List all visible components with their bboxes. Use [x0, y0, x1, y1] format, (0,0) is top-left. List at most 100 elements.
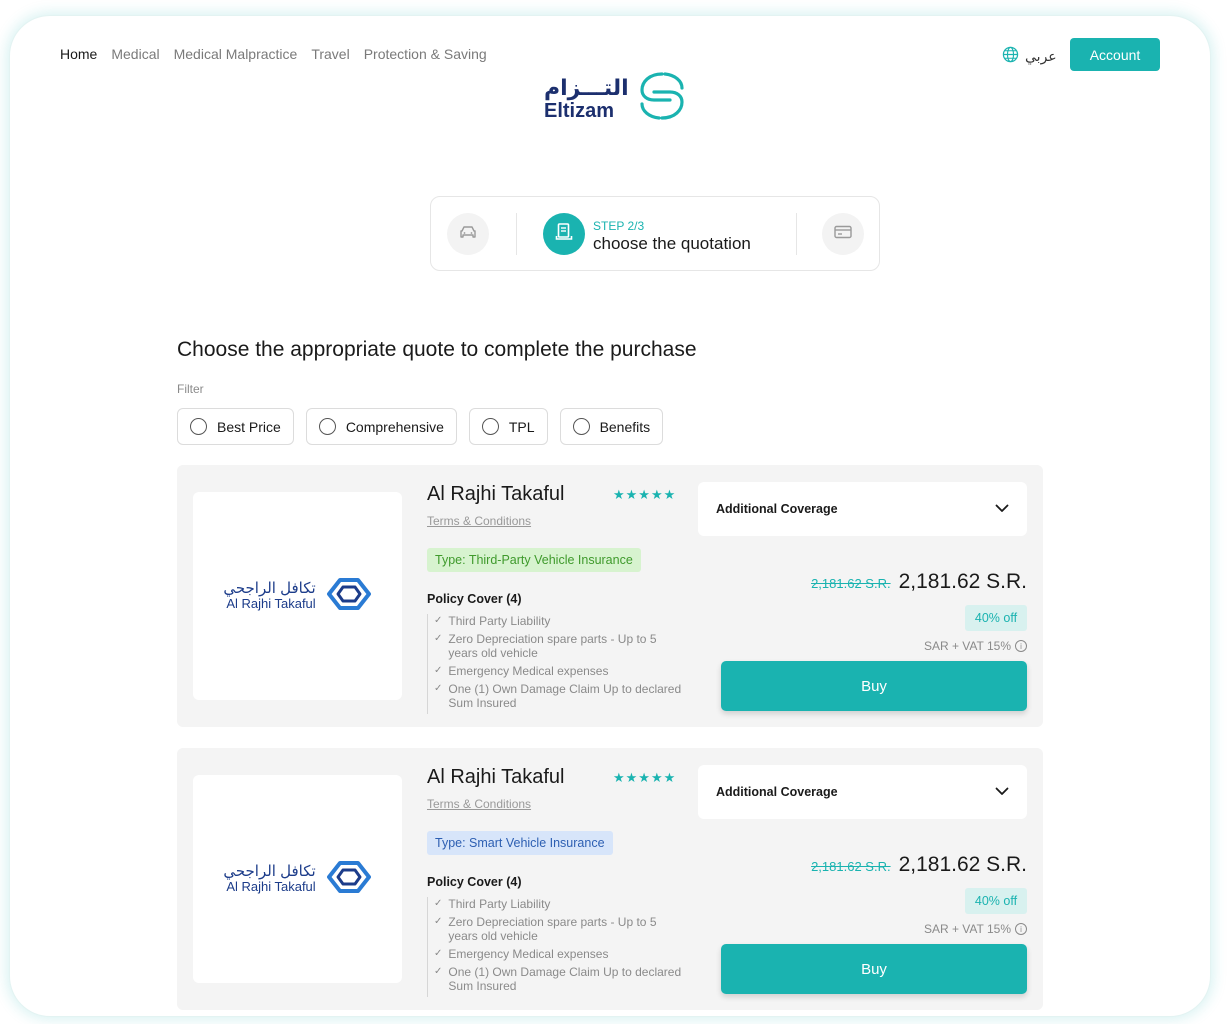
policy-cover-title: Policy Cover (4)	[427, 875, 522, 889]
nav-item-medical-malpractice[interactable]: Medical Malpractice	[174, 46, 298, 62]
filter-group: Best Price Comprehensive TPL Benefits	[177, 408, 664, 445]
car-icon	[459, 225, 477, 244]
terms-link[interactable]: Terms & Conditions	[427, 514, 531, 528]
policy-type-badge: Type: Third-Party Vehicle Insurance	[427, 548, 641, 572]
original-price: 2,181.62 S.R.	[811, 859, 891, 874]
list-item: ✓ Zero Depreciation spare parts - Up to 5…	[434, 632, 687, 660]
step-vehicle[interactable]	[447, 213, 489, 255]
nav-item-travel[interactable]: Travel	[311, 46, 349, 62]
vat-note: SAR + VAT 15% i	[924, 639, 1027, 653]
filter-label-text: TPL	[508, 418, 535, 435]
filter-label-text: Best Price	[217, 418, 281, 435]
language-label: عربي	[1025, 47, 1057, 64]
stepper-divider	[516, 213, 517, 255]
list-item: ✓ Emergency Medical expenses	[434, 947, 687, 961]
list-item: ✓ Third Party Liability	[434, 897, 687, 911]
chevron-down-icon	[995, 785, 1009, 799]
radio-icon	[190, 418, 207, 435]
list-item: ✓ Third Party Liability	[434, 614, 687, 628]
al-rajhi-mark-icon	[326, 860, 372, 899]
policy-cover-title: Policy Cover (4)	[427, 592, 522, 606]
discount-badge: 40% off	[965, 605, 1027, 631]
check-icon: ✓	[434, 615, 443, 626]
policy-item-text: Third Party Liability	[448, 897, 551, 911]
brand-name-ar: التـــزام	[544, 74, 629, 100]
insurer-logo: تكافل الراجحي Al Rajhi Takaful	[193, 492, 402, 700]
insurer-logo-ar: تكافل الراجحي	[223, 579, 316, 597]
nav-item-medical[interactable]: Medical	[111, 46, 159, 62]
policy-cover-list: ✓ Third Party Liability ✓ Zero Depreciatio…	[427, 897, 687, 997]
check-icon: ✓	[434, 898, 443, 909]
step-counter: STEP 2/3	[593, 219, 645, 233]
step-title: choose the quotation	[593, 234, 751, 253]
step-quotation[interactable]	[543, 213, 585, 255]
insurer-logo-ar: تكافل الراجحي	[223, 862, 316, 880]
stepper-divider	[796, 213, 797, 255]
insurer-logo: تكافل الراجحي Al Rajhi Takaful	[193, 775, 402, 983]
rating-stars: ★★★★★	[613, 770, 677, 785]
filter-label-text: Comprehensive	[345, 418, 444, 435]
policy-item-text: One (1) Own Damage Claim Up to declared …	[448, 682, 682, 710]
eltizam-mark-icon	[637, 70, 687, 127]
radio-icon	[572, 418, 590, 435]
radio-icon	[318, 418, 336, 435]
app-frame: Home Medical Medical Malpractice Travel …	[10, 16, 1210, 1016]
al-rajhi-mark-icon	[326, 577, 372, 616]
additional-coverage-dropdown[interactable]: Additional Coverage	[698, 482, 1027, 536]
quotation-document-icon	[555, 222, 573, 247]
terms-link[interactable]: Terms & Conditions	[427, 797, 531, 811]
info-icon[interactable]: i	[1015, 640, 1027, 652]
check-icon: ✓	[434, 966, 443, 977]
info-icon[interactable]: i	[1015, 923, 1027, 935]
list-item: ✓ Zero Depreciation spare parts - Up to 5…	[434, 915, 687, 943]
nav-item-home[interactable]: Home	[60, 46, 97, 62]
policy-item-text: One (1) Own Damage Claim Up to declared …	[448, 965, 682, 993]
insurer-logo-en: Al Rajhi Takaful	[226, 879, 316, 895]
vat-note-text: SAR + VAT 15%	[923, 639, 1011, 653]
policy-item-text: Emergency Medical expenses	[448, 947, 609, 961]
check-icon: ✓	[434, 683, 443, 694]
radio-icon	[481, 418, 499, 435]
nav-item-protection-saving[interactable]: Protection & Saving	[364, 46, 487, 62]
original-price: 2,181.62 S.R.	[811, 576, 891, 591]
policy-type-badge: Type: Smart Vehicle Insurance	[427, 831, 613, 855]
quote-card: تكافل الراجحي Al Rajhi Takaful Al Rajhi …	[177, 465, 1043, 727]
discounted-price: 2,181.62 S.R.	[898, 853, 1027, 876]
filter-benefits[interactable]: Benefits	[559, 408, 664, 445]
globe-icon	[1002, 46, 1019, 66]
list-item: ✓ One (1) Own Damage Claim Up to declared…	[434, 682, 687, 710]
insurer-logo-en: Al Rajhi Takaful	[226, 596, 316, 612]
brand-name-en: Eltizam	[544, 99, 615, 122]
page-title: Choose the appropriate quote to complete…	[177, 338, 697, 361]
additional-coverage-dropdown[interactable]: Additional Coverage	[698, 765, 1027, 819]
rating-stars: ★★★★★	[613, 487, 677, 502]
check-icon: ✓	[434, 633, 443, 644]
policy-item-text: Third Party Liability	[448, 614, 551, 628]
account-button[interactable]: Account	[1070, 38, 1160, 71]
list-item: ✓ Emergency Medical expenses	[434, 664, 687, 678]
buy-button[interactable]: Buy	[721, 944, 1027, 994]
discounted-price: 2,181.62 S.R.	[898, 570, 1027, 593]
list-item: ✓ One (1) Own Damage Claim Up to declared…	[434, 965, 687, 993]
filter-comprehensive[interactable]: Comprehensive	[305, 408, 457, 445]
credit-card-icon	[834, 225, 852, 244]
vat-note: SAR + VAT 15% i	[924, 922, 1027, 936]
price-block: 2,181.62 S.R. 2,181.62 S.R.	[811, 853, 1027, 877]
policy-item-text: Emergency Medical expenses	[448, 664, 609, 678]
brand-logo[interactable]: التـــزام Eltizam	[544, 70, 687, 127]
insurer-name: Al Rajhi Takaful	[427, 766, 565, 788]
additional-coverage-label: Additional Coverage	[716, 502, 838, 516]
price-block: 2,181.62 S.R. 2,181.62 S.R.	[811, 570, 1027, 594]
check-icon: ✓	[434, 665, 443, 676]
buy-button[interactable]: Buy	[721, 661, 1027, 711]
filter-tpl[interactable]: TPL	[468, 408, 548, 445]
policy-item-text: Zero Depreciation spare parts - Up to 5 …	[448, 632, 657, 660]
policy-item-text: Zero Depreciation spare parts - Up to 5 …	[448, 915, 657, 943]
step-payment[interactable]	[822, 213, 864, 255]
language-switch[interactable]: عربي	[1002, 46, 1057, 66]
filter-best-price[interactable]: Best Price	[177, 408, 294, 445]
discount-badge: 40% off	[965, 888, 1027, 914]
checkout-stepper: STEP 2/3 choose the quotation	[430, 196, 880, 271]
vat-note-text: SAR + VAT 15%	[923, 922, 1011, 936]
policy-cover-list: ✓ Third Party Liability ✓ Zero Depreciatio…	[427, 614, 687, 714]
